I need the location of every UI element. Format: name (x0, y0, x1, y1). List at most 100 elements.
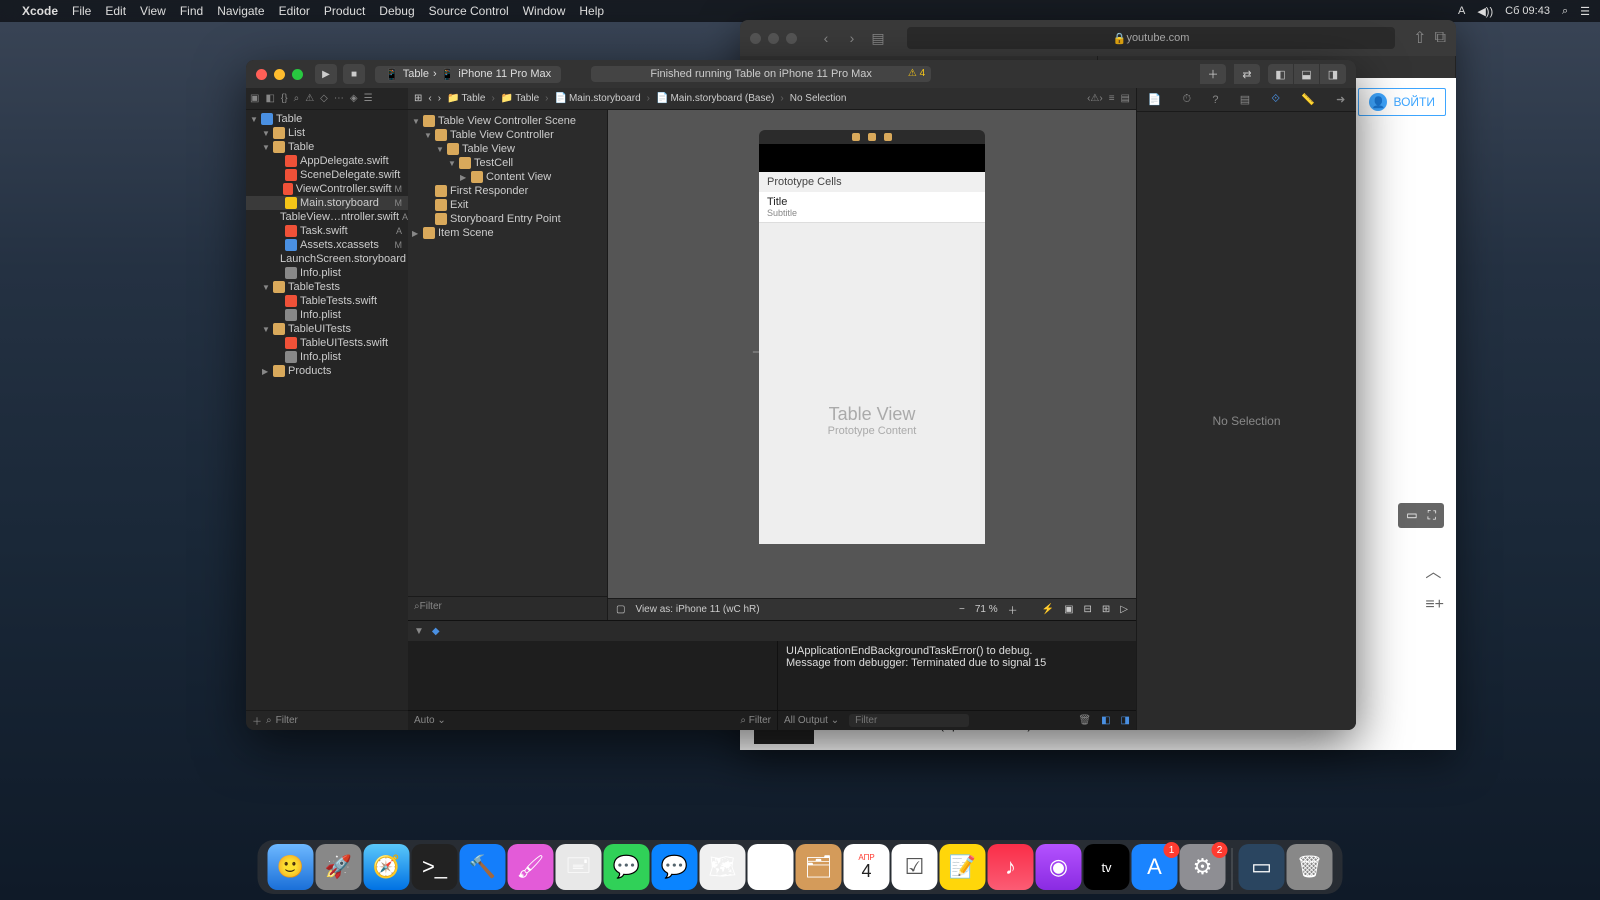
file-tree[interactable]: ▼Table▼List▼TableAppDelegate.swiftSceneD… (246, 110, 408, 710)
menu-product[interactable]: Product (324, 4, 365, 18)
menu-find[interactable]: Find (180, 4, 203, 18)
identity-inspector-icon[interactable]: ▤ (1240, 93, 1250, 106)
file-tree-item[interactable]: TableView…ntroller.swiftA (246, 210, 408, 224)
console-filter-input[interactable] (849, 714, 969, 727)
dock-notes[interactable]: 📝 (940, 844, 986, 890)
file-tree-item[interactable]: Info.plist (246, 308, 408, 322)
safari-traffic-lights[interactable] (750, 33, 797, 44)
file-tree-item[interactable]: ▼Table (246, 112, 408, 126)
dock-reminders[interactable]: ☑ (892, 844, 938, 890)
file-tree-item[interactable]: Task.swiftA (246, 224, 408, 238)
menu-edit[interactable]: Edit (105, 4, 126, 18)
dock-music[interactable]: ♪ (988, 844, 1034, 890)
stop-button[interactable]: ■ (343, 64, 365, 84)
menu-view[interactable]: View (140, 4, 166, 18)
warning-badge[interactable]: ⚠ 4 (908, 68, 925, 79)
dock-desktop-folder[interactable]: ▭ (1239, 844, 1285, 890)
view-as-selector[interactable]: View as: iPhone 11 (wC hR) (635, 604, 759, 615)
dock-krita[interactable]: 🖌 (508, 844, 554, 890)
nav-report-icon[interactable]: ☰ (364, 93, 373, 104)
nav-find-icon[interactable]: ⌕ (294, 93, 300, 104)
file-tree-item[interactable]: ViewController.swiftM (246, 182, 408, 196)
constraints-issues-icon[interactable]: ⚡ (1042, 604, 1054, 615)
nav-project-icon[interactable]: ▣ (250, 93, 259, 104)
file-tree-item[interactable]: TableTests.swift (246, 294, 408, 308)
file-tree-item[interactable]: ▼List (246, 126, 408, 140)
safari-back-icon[interactable]: ‹ (815, 28, 837, 48)
file-tree-item[interactable]: AppDelegate.swift (246, 154, 408, 168)
xcode-traffic-lights[interactable] (256, 69, 303, 80)
history-inspector-icon[interactable]: ⏱ (1183, 93, 1192, 106)
spotlight-icon[interactable]: ⌕ (1562, 5, 1568, 18)
dock-appstore[interactable]: A1 (1132, 844, 1178, 890)
outline-item[interactable]: First Responder (408, 184, 607, 198)
add-icon[interactable]: ＋ (252, 713, 262, 728)
forward-icon[interactable]: › (438, 93, 441, 104)
breakpoints-toggle-icon[interactable]: ◆ (432, 626, 440, 637)
minimap-icon[interactable]: ≡ (1109, 93, 1115, 104)
left-pane-icon[interactable]: ◧ (1101, 715, 1110, 726)
navigator-filter[interactable]: ＋ ⌕ Filter (246, 710, 408, 730)
app-name[interactable]: Xcode (22, 4, 58, 18)
dock-chat[interactable]: 💬 (652, 844, 698, 890)
dock-calendar[interactable]: АПР4 (844, 844, 890, 890)
outline-item[interactable]: Storyboard Entry Point (408, 212, 607, 226)
size-inspector-icon[interactable]: 📏 (1301, 93, 1315, 106)
adjust-editor-icon[interactable]: ▤ (1121, 93, 1130, 104)
menu-window[interactable]: Window (523, 4, 566, 18)
attributes-inspector-icon[interactable]: ⟐ (1271, 93, 1280, 106)
menu-source-control[interactable]: Source Control (429, 4, 509, 18)
yt-scroll-up-icon[interactable]: ︿ (1425, 558, 1444, 582)
safari-address-bar[interactable]: 🔒 youtube.com (907, 27, 1395, 49)
dock-drawer[interactable]: 🗂 (796, 844, 842, 890)
toggle-navigator-button[interactable]: ◧ (1268, 64, 1294, 84)
file-tree-item[interactable]: Info.plist (246, 350, 408, 364)
dock-terminal[interactable]: >_ (412, 844, 458, 890)
outline-item[interactable]: ▼Table View (408, 142, 607, 156)
yt-playlist-icon[interactable]: ≡+ (1425, 596, 1444, 614)
variables-view[interactable]: Auto ⌄ ⌕ Filter (408, 641, 778, 730)
dock-xcode[interactable]: 🔨 (460, 844, 506, 890)
prototype-cell[interactable]: Title Subtitle (759, 192, 985, 223)
nav-issue-icon[interactable]: ⚠ (305, 93, 314, 104)
yt-theater-icon[interactable]: ▭ (1406, 508, 1417, 523)
menu-editor[interactable]: Editor (279, 4, 310, 18)
menu-debug[interactable]: Debug (379, 4, 414, 18)
dock-safari[interactable]: 🧭 (364, 844, 410, 890)
nav-source-icon[interactable]: ◧ (265, 93, 274, 104)
file-tree-item[interactable]: SceneDelegate.swift (246, 168, 408, 182)
outline-item[interactable]: ▶Item Scene (408, 226, 607, 240)
vars-filter[interactable]: ⌕ Filter (740, 715, 771, 726)
clock[interactable]: Сб 09:43 (1505, 5, 1550, 17)
run-button[interactable]: ▶ (315, 64, 337, 84)
outline-filter[interactable]: ⌕ Filter (408, 596, 607, 616)
dock-finder[interactable]: 🙂 (268, 844, 314, 890)
dock-maps[interactable]: 🗺 (700, 844, 746, 890)
file-tree-item[interactable]: Info.plist (246, 266, 408, 280)
toggle-outline-icon[interactable]: ▢ (616, 604, 625, 615)
volume-icon[interactable]: ◀)) (1477, 5, 1493, 18)
dock-tv[interactable]: tv (1084, 844, 1130, 890)
issue-prev-icon[interactable]: ‹⚠› (1087, 93, 1103, 104)
file-inspector-icon[interactable]: 📄 (1148, 93, 1162, 106)
inspector-tabs[interactable]: 📄 ⏱ ? ▤ ⟐ 📏 ➜ (1137, 88, 1356, 112)
nav-test-icon[interactable]: ◇ (320, 93, 328, 104)
file-tree-item[interactable]: Assets.xcassetsM (246, 238, 408, 252)
outline-item[interactable]: ▼Table View Controller (408, 128, 607, 142)
toggle-debug-button[interactable]: ⬓ (1294, 64, 1320, 84)
dock-preferences[interactable]: ⚙2 (1180, 844, 1226, 890)
file-tree-item[interactable]: LaunchScreen.storyboard (246, 252, 408, 266)
control-center-icon[interactable]: ☰ (1580, 5, 1590, 18)
safari-forward-icon[interactable]: › (841, 28, 863, 48)
output-mode-selector[interactable]: All Output ⌄ (784, 715, 839, 726)
right-pane-icon[interactable]: ◨ (1121, 715, 1130, 726)
document-outline[interactable]: ▼Table View Controller Scene▼Table View … (408, 110, 608, 620)
dock-mail[interactable]: 🖃 (556, 844, 602, 890)
dock-podcasts[interactable]: ◉ (1036, 844, 1082, 890)
nav-debug-icon[interactable]: ⋯ (334, 93, 344, 104)
interface-builder-canvas[interactable]: → Prototype Cells Title Subtitle (608, 110, 1136, 620)
device-preview[interactable]: Prototype Cells Title Subtitle Table Vie… (759, 130, 985, 544)
menu-help[interactable]: Help (579, 4, 604, 18)
embed-icon[interactable]: ▣ (1064, 604, 1073, 615)
nav-symbol-icon[interactable]: {} (281, 93, 288, 104)
